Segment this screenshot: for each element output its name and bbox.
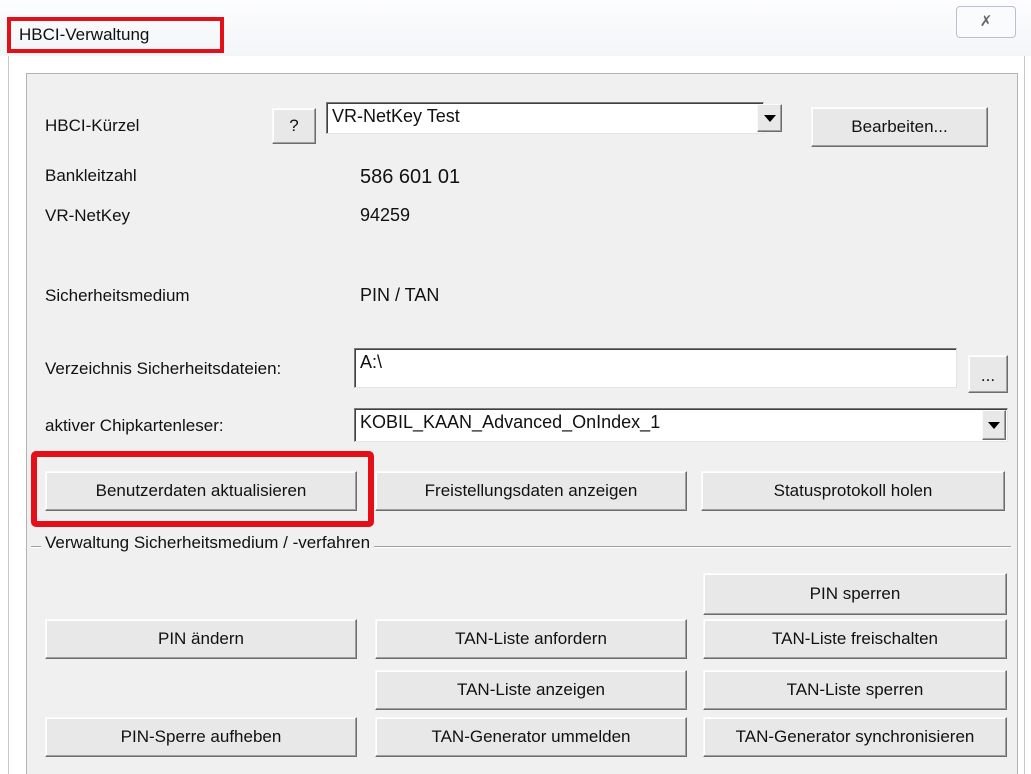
tan-liste-anfordern-button[interactable]: TAN-Liste anfordern	[375, 619, 687, 659]
tan-liste-anzeigen-button[interactable]: TAN-Liste anzeigen	[375, 670, 687, 710]
freistellungsdaten-anzeigen-button[interactable]: Freistellungsdaten anzeigen	[375, 471, 687, 511]
bankleitzahl-label: Bankleitzahl	[45, 166, 137, 185]
chipkartenleser-value: KOBIL_KAAN_Advanced_OnIndex_1	[360, 412, 661, 432]
chipkartenleser-select[interactable]: KOBIL_KAAN_Advanced_OnIndex_1	[354, 408, 1008, 442]
verzeichnis-label: Verzeichnis Sicherheitsdateien:	[45, 359, 282, 378]
hbci-kuerzel-value: VR-NetKey Test	[332, 106, 460, 126]
verzeichnis-value: A:\	[360, 352, 383, 372]
edit-button[interactable]: Bearbeiten...	[811, 107, 988, 147]
group-label: Verwaltung Sicherheitsmedium / -verfahre…	[41, 533, 375, 553]
chevron-down-icon	[988, 421, 1000, 429]
hbci-kuerzel-dropdown-button[interactable]	[757, 104, 782, 132]
dialog-panel: HBCI-Kürzel ? VR-NetKey Test Bearbeiten.…	[26, 73, 1018, 774]
tan-liste-freischalten-button[interactable]: TAN-Liste freischalten	[703, 619, 1007, 659]
tan-generator-ummelden-button[interactable]: TAN-Generator ummelden	[375, 717, 687, 757]
benutzerdaten-aktualisieren-button[interactable]: Benutzerdaten aktualisieren	[45, 471, 357, 511]
chipkartenleser-dropdown-button[interactable]	[982, 410, 1006, 440]
hbci-kuerzel-label: HBCI-Kürzel	[45, 116, 140, 135]
title-bar: HBCI-Verwaltung ✗	[0, 0, 1031, 56]
browse-button[interactable]: ...	[968, 355, 1008, 393]
hbci-kuerzel-select[interactable]: VR-NetKey Test	[326, 102, 764, 134]
vr-netkey-value: 94259	[360, 205, 411, 225]
pin-sperren-button[interactable]: PIN sperren	[703, 573, 1007, 615]
title-highlight-box	[7, 17, 224, 53]
bankleitzahl-value: 586 601 01	[360, 166, 461, 188]
chipkartenleser-label: aktiver Chipkartenleser:	[45, 416, 224, 435]
sicherheitsmedium-label: Sicherheitsmedium	[45, 286, 190, 305]
pin-sperre-aufheben-button[interactable]: PIN-Sperre aufheben	[45, 717, 357, 757]
chevron-down-icon	[763, 114, 776, 122]
verzeichnis-input[interactable]: A:\	[354, 348, 957, 388]
help-button[interactable]: ?	[272, 108, 316, 144]
close-button[interactable]: ✗	[956, 6, 1016, 38]
pin-aendern-button[interactable]: PIN ändern	[45, 619, 357, 659]
statusprotokoll-holen-button[interactable]: Statusprotokoll holen	[701, 471, 1005, 511]
sicherheitsmedium-value: PIN / TAN	[360, 285, 440, 305]
close-icon: ✗	[979, 13, 993, 30]
tan-generator-synchronisieren-button[interactable]: TAN-Generator synchronisieren	[703, 717, 1007, 757]
tan-liste-sperren-button[interactable]: TAN-Liste sperren	[703, 670, 1007, 710]
vr-netkey-label: VR-NetKey	[45, 206, 131, 225]
